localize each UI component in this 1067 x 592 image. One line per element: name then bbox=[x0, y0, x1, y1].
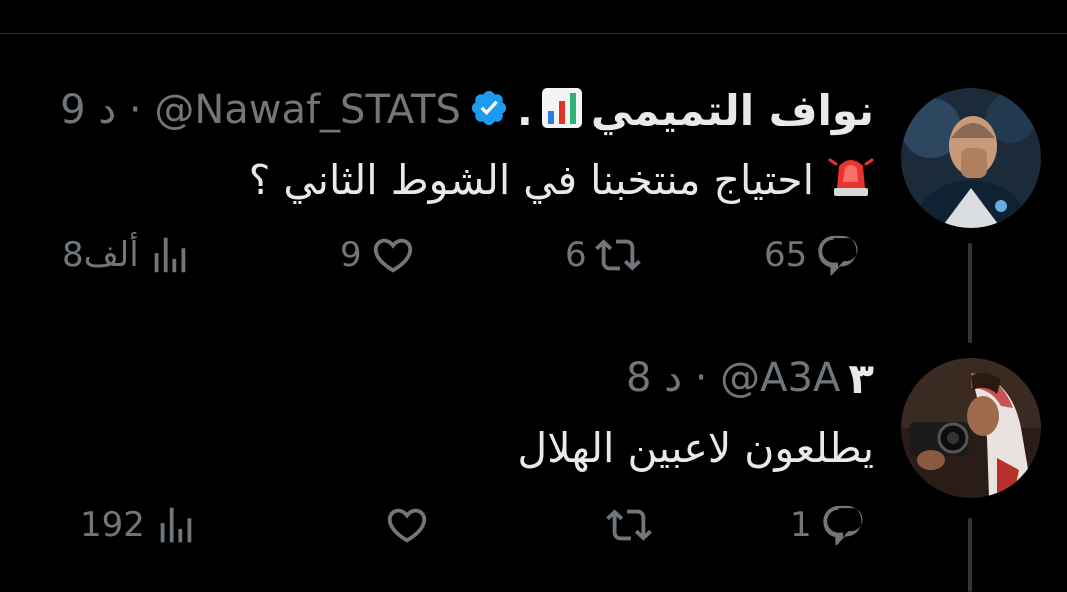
tweet-text-content: احتياج منتخبنا في الشوط الثاني ؟ bbox=[248, 156, 814, 204]
verified-badge-icon bbox=[469, 88, 509, 132]
reply-icon bbox=[818, 235, 858, 276]
display-name[interactable]: ٣ bbox=[848, 354, 874, 403]
handle-and-time: 8 د · @A3A bbox=[626, 355, 840, 401]
views-icon bbox=[154, 237, 185, 273]
avatar[interactable] bbox=[901, 358, 1041, 498]
name-suffix: . bbox=[516, 85, 533, 135]
views-button[interactable]: 8ألف bbox=[62, 230, 193, 280]
display-name[interactable]: نواف التميمي bbox=[591, 86, 874, 135]
tweet-text: احتياج منتخبنا في الشوط الثاني ؟ bbox=[249, 152, 874, 208]
reply-icon bbox=[822, 505, 863, 546]
handle-and-time: 9 د · @Nawaf_STATS bbox=[60, 87, 461, 133]
retweet-count: 6 bbox=[565, 235, 587, 275]
handle[interactable]: @Nawaf_STATS bbox=[154, 87, 461, 133]
tweet-text: يطلعون لاعبين الهلال bbox=[517, 420, 874, 476]
handle[interactable]: @A3A bbox=[720, 355, 840, 401]
reply-count: 65 bbox=[764, 235, 808, 275]
tweet-header: ٣ 8 د · @A3A bbox=[626, 352, 874, 404]
retweet-button[interactable] bbox=[598, 500, 652, 550]
bar-chart-icon bbox=[541, 87, 583, 133]
views-count: 8ألف bbox=[62, 235, 139, 275]
reply-button[interactable]: 65 bbox=[764, 230, 861, 280]
separator: · bbox=[694, 355, 708, 401]
rotating-light-icon bbox=[828, 152, 874, 208]
tweet-header: نواف التميمي . 9 د · @Nawaf_STATS bbox=[60, 84, 874, 136]
reply-button[interactable]: 1 bbox=[790, 500, 866, 550]
like-count: 9 bbox=[340, 235, 362, 275]
like-button[interactable]: 9 bbox=[340, 230, 416, 280]
time[interactable]: 8 د bbox=[626, 355, 682, 401]
tweet-actions: 1 192 bbox=[0, 500, 1067, 550]
retweet-icon bbox=[606, 509, 652, 541]
avatar[interactable] bbox=[901, 88, 1041, 228]
heart-icon bbox=[387, 508, 427, 543]
like-button[interactable] bbox=[376, 500, 430, 550]
reply-count: 1 bbox=[790, 505, 812, 545]
separator: · bbox=[128, 87, 142, 133]
time[interactable]: 9 د bbox=[60, 87, 116, 133]
views-count: 192 bbox=[80, 505, 145, 545]
retweet-button[interactable]: 6 bbox=[565, 230, 641, 280]
tweet-text-content: يطلعون لاعبين الهلال bbox=[517, 424, 874, 472]
views-button[interactable]: 192 bbox=[80, 500, 199, 550]
top-divider bbox=[0, 33, 1067, 34]
retweet-icon bbox=[594, 239, 641, 271]
heart-icon bbox=[373, 238, 412, 273]
views-icon bbox=[160, 507, 192, 543]
tweet-actions: 65 6 9 8ألف bbox=[0, 230, 1067, 280]
